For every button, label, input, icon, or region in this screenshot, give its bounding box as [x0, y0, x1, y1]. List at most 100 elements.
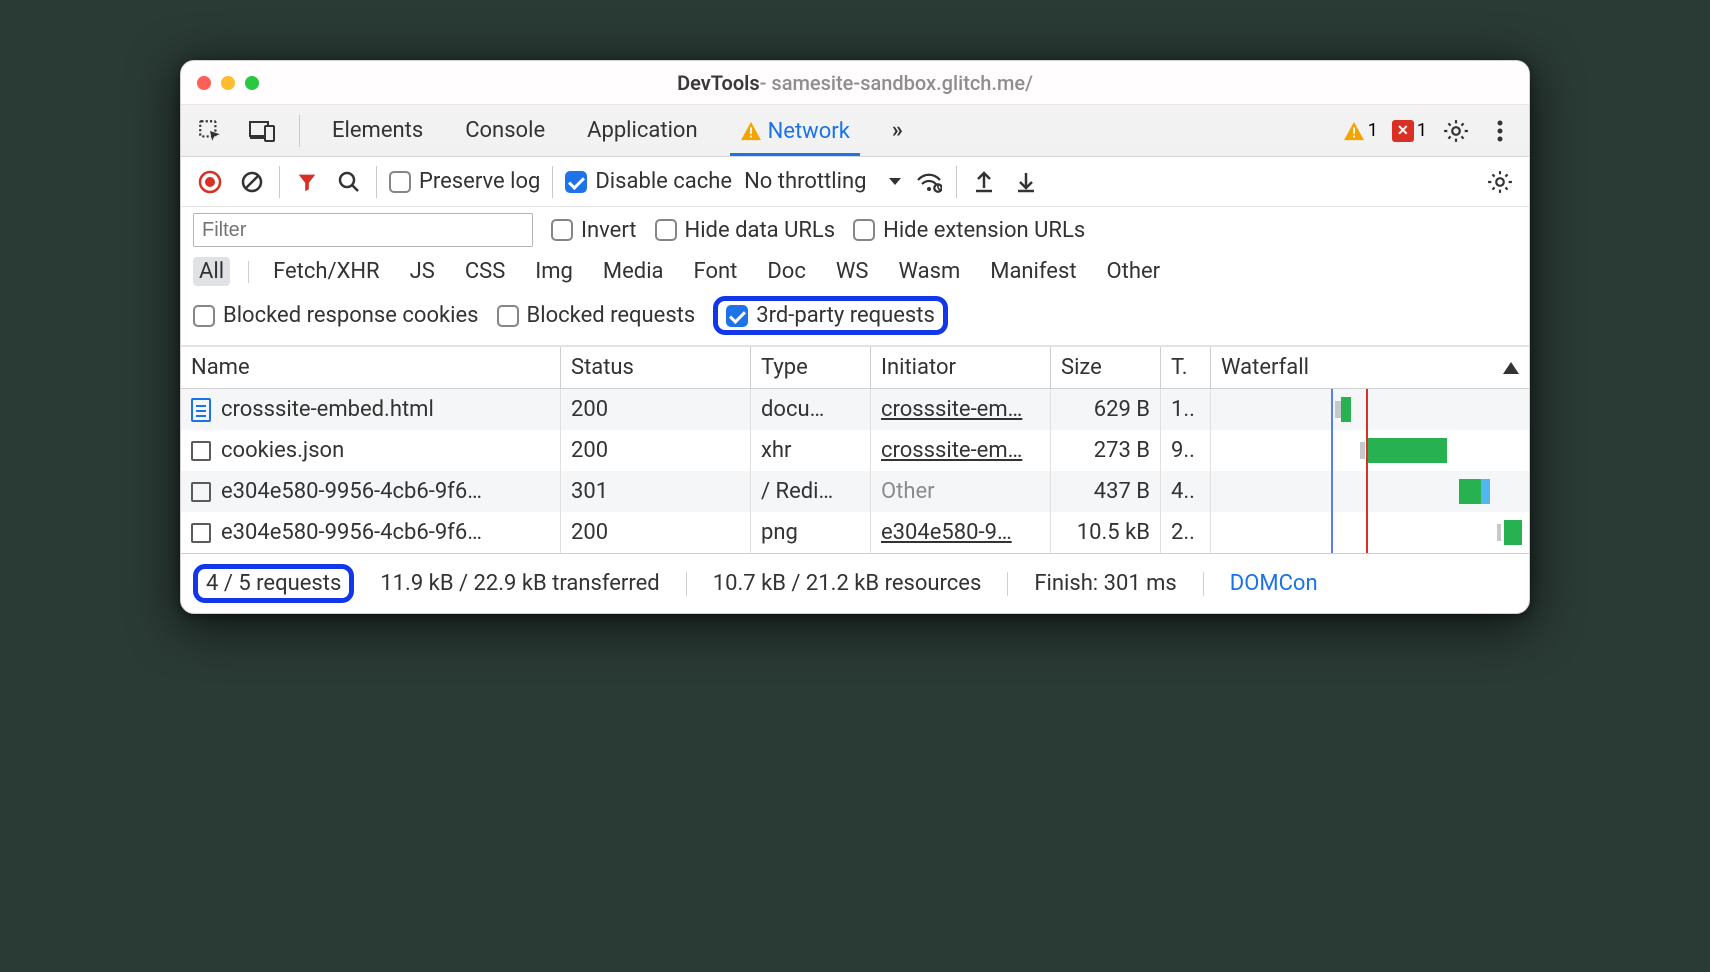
cell-status: 200 [561, 389, 751, 430]
status-requests: 4 / 5 requests [206, 571, 341, 596]
col-initiator[interactable]: Initiator [871, 347, 1051, 388]
import-har-icon[interactable] [1011, 167, 1041, 197]
type-filter-doc[interactable]: Doc [761, 257, 812, 286]
cell-size: 629 B [1051, 389, 1161, 430]
type-filter-font[interactable]: Font [688, 257, 744, 286]
type-filter-manifest[interactable]: Manifest [984, 257, 1082, 286]
type-filter-fetchxhr[interactable]: Fetch/XHR [267, 257, 386, 286]
table-row[interactable]: e304e580-9956-4cb6-9f6… 301 / Redi… Othe… [181, 471, 1529, 512]
clear-icon[interactable] [237, 167, 267, 197]
type-filter-css[interactable]: CSS [459, 257, 511, 286]
cell-initiator[interactable]: e304e580-9… [871, 512, 1051, 553]
col-size[interactable]: Size [1051, 347, 1161, 388]
cell-status: 200 [561, 430, 751, 471]
status-domcontent[interactable]: DOMCon [1230, 571, 1318, 596]
type-filter-all[interactable]: All [193, 257, 230, 286]
cell-initiator[interactable]: crosssite-em… [871, 430, 1051, 471]
checkbox-icon [853, 219, 875, 241]
filter-funnel-icon[interactable] [292, 167, 322, 197]
tab-elements[interactable]: Elements [322, 105, 433, 156]
network-toolbar: Preserve log Disable cache No throttling [181, 157, 1529, 207]
table-row[interactable]: cookies.json 200 xhr crosssite-em… 273 B… [181, 430, 1529, 471]
minimize-window-icon[interactable] [221, 76, 235, 90]
settings-icon[interactable] [1441, 116, 1471, 146]
network-settings-icon[interactable] [1485, 167, 1515, 197]
document-icon [191, 398, 211, 422]
tab-console[interactable]: Console [455, 105, 555, 156]
hide-ext-label: Hide extension URLs [883, 218, 1085, 243]
tab-network-label: Network [768, 119, 850, 144]
waterfall-bar [1360, 442, 1365, 458]
window-title-page: - samesite-sandbox.glitch.me/ [760, 71, 1033, 95]
name-text: e304e580-9956-4cb6-9f6… [221, 520, 482, 545]
cell-size: 437 B [1051, 471, 1161, 512]
table-row[interactable]: e304e580-9956-4cb6-9f6… 200 png e304e580… [181, 512, 1529, 553]
kebab-icon[interactable] [1485, 116, 1515, 146]
type-filter-wasm[interactable]: Wasm [892, 257, 966, 286]
warning-count: 1 [1368, 120, 1378, 141]
blocked-cookies-checkbox[interactable]: Blocked response cookies [193, 303, 479, 328]
disable-cache-checkbox[interactable]: Disable cache [565, 169, 732, 194]
tab-application[interactable]: Application [577, 105, 707, 156]
type-filter-img[interactable]: Img [529, 257, 579, 286]
cell-name: cookies.json [181, 430, 561, 471]
type-filter-js[interactable]: JS [404, 257, 441, 286]
invert-checkbox[interactable]: Invert [551, 218, 637, 243]
divider [686, 572, 687, 596]
checkbox-icon [389, 171, 411, 193]
blocked-requests-checkbox[interactable]: Blocked requests [497, 303, 696, 328]
issues-warning[interactable]: 1 [1343, 120, 1378, 141]
type-filter-media[interactable]: Media [597, 257, 670, 286]
warning-icon [740, 121, 762, 141]
name-text: cookies.json [221, 438, 344, 463]
network-conditions-icon[interactable] [914, 167, 944, 197]
type-filter-other[interactable]: Other [1101, 257, 1167, 286]
third-party-requests-checkbox[interactable]: 3rd-party requests [726, 303, 935, 328]
device-toolbar-icon[interactable] [247, 116, 277, 146]
more-tabs-button[interactable]: » [882, 105, 913, 156]
col-waterfall[interactable]: Waterfall [1211, 347, 1529, 388]
cell-initiator[interactable]: crosssite-em… [871, 389, 1051, 430]
col-name[interactable]: Name [181, 347, 561, 388]
cell-time: 2.. [1161, 512, 1211, 553]
hide-data-label: Hide data URLs [685, 218, 836, 243]
fullscreen-window-icon[interactable] [245, 76, 259, 90]
divider [299, 115, 300, 147]
issues-error[interactable]: ✕ 1 [1392, 120, 1427, 142]
export-har-icon[interactable] [969, 167, 999, 197]
status-finish: Finish: 301 ms [1034, 571, 1176, 596]
preserve-log-checkbox[interactable]: Preserve log [389, 169, 540, 194]
waterfall-bar [1367, 438, 1447, 463]
inspect-icon[interactable] [195, 116, 225, 146]
invert-label: Invert [581, 218, 637, 243]
blocked-cookies-label: Blocked response cookies [223, 303, 479, 328]
cell-status: 200 [561, 512, 751, 553]
search-icon[interactable] [334, 167, 364, 197]
devtools-window: DevTools - samesite-sandbox.glitch.me/ E… [180, 60, 1530, 614]
window-title: DevTools - samesite-sandbox.glitch.me/ [181, 71, 1529, 95]
hide-data-urls-checkbox[interactable]: Hide data URLs [655, 218, 836, 243]
close-window-icon[interactable] [197, 76, 211, 90]
filter-toolbar: Invert Hide data URLs Hide extension URL… [181, 207, 1529, 346]
waterfall-bar [1504, 520, 1522, 545]
checkbox-icon [726, 305, 748, 327]
throttling-select[interactable]: No throttling [744, 169, 902, 194]
type-filter-ws[interactable]: WS [830, 257, 875, 286]
checkbox-icon [655, 219, 677, 241]
col-time[interactable]: T. [1161, 347, 1211, 388]
cell-type: / Redi… [751, 471, 871, 512]
record-icon[interactable] [195, 167, 225, 197]
window-controls [197, 76, 259, 90]
third-party-label: 3rd-party requests [756, 303, 935, 328]
table-row[interactable]: crosssite-embed.html 200 docu… crosssite… [181, 389, 1529, 430]
tab-network[interactable]: Network [730, 105, 860, 156]
hide-extension-urls-checkbox[interactable]: Hide extension URLs [853, 218, 1085, 243]
divider [1203, 572, 1204, 596]
table-header: Name Status Type Initiator Size T. Water… [181, 346, 1529, 389]
filter-input[interactable] [193, 213, 533, 247]
cell-name: e304e580-9956-4cb6-9f6… [181, 471, 561, 512]
col-type[interactable]: Type [751, 347, 871, 388]
file-icon [191, 482, 211, 502]
titlebar: DevTools - samesite-sandbox.glitch.me/ [181, 61, 1529, 105]
col-status[interactable]: Status [561, 347, 751, 388]
